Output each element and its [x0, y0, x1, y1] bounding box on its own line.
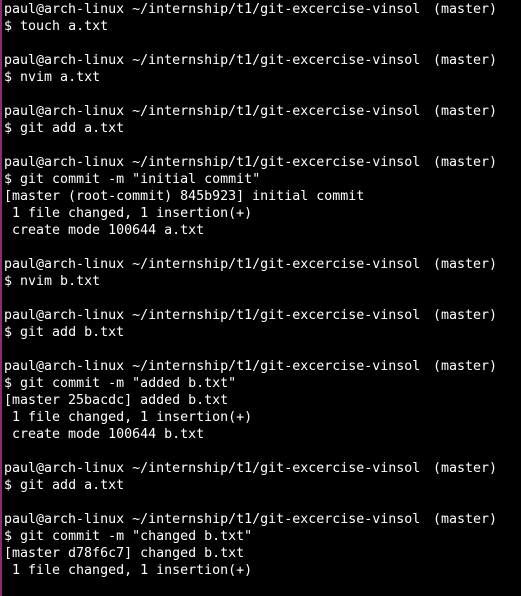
command-text: git commit -m "initial commit" — [20, 172, 261, 187]
command-line: $ git add a.txt — [4, 120, 521, 137]
output-line: [master 25bacdc] added b.txt — [4, 393, 229, 408]
prompt-branch: (master) — [432, 104, 497, 119]
prompt-branch: (master) — [432, 461, 497, 476]
command-line: $ nvim a.txt — [4, 69, 521, 86]
prompt-user-host-path: paul@arch-linux ~/internship/t1/git-exce… — [4, 257, 421, 272]
prompt-symbol: $ — [4, 19, 13, 34]
prompt-line: paul@arch-linux ~/internship/t1/git-exce… — [4, 358, 521, 375]
prompt-user-host-path: paul@arch-linux ~/internship/t1/git-exce… — [4, 155, 421, 170]
output-line: create mode 100644 a.txt — [4, 223, 205, 238]
prompt-line: paul@arch-linux ~/internship/t1/git-exce… — [4, 154, 521, 171]
output-line: [master d78f6c7] changed b.txt — [4, 546, 245, 561]
prompt-symbol: $ — [4, 70, 13, 85]
prompt-line: paul@arch-linux ~/internship/t1/git-exce… — [4, 307, 521, 324]
output-line: 1 file changed, 1 insertion(+) — [4, 410, 253, 425]
prompt-branch: (master) — [432, 359, 497, 374]
command-line: $ git commit -m "added b.txt" — [4, 375, 521, 392]
command-line: $ touch a.txt — [4, 18, 521, 35]
prompt-symbol: $ — [4, 325, 13, 340]
prompt-line: paul@arch-linux ~/internship/t1/git-exce… — [4, 256, 521, 273]
output-line: [master (root-commit) 845b923] initial c… — [4, 189, 365, 204]
prompt-user-host-path: paul@arch-linux ~/internship/t1/git-exce… — [4, 53, 421, 68]
prompt-branch: (master) — [432, 53, 497, 68]
prompt-symbol: $ — [4, 529, 13, 544]
command-text: git commit -m "added b.txt" — [20, 376, 237, 391]
command-text: git add a.txt — [20, 121, 125, 136]
prompt-symbol: $ — [4, 274, 13, 289]
prompt-branch: (master) — [432, 155, 497, 170]
prompt-branch: (master) — [432, 512, 497, 527]
prompt-branch: (master) — [432, 308, 497, 323]
command-text: git add b.txt — [20, 325, 125, 340]
prompt-user-host-path: paul@arch-linux ~/internship/t1/git-exce… — [4, 308, 421, 323]
prompt-symbol: $ — [4, 172, 13, 187]
prompt-line: paul@arch-linux ~/internship/t1/git-exce… — [4, 1, 521, 18]
command-text: touch a.txt — [20, 19, 109, 34]
command-text: git add a.txt — [20, 478, 125, 493]
prompt-user-host-path: paul@arch-linux ~/internship/t1/git-exce… — [4, 461, 421, 476]
prompt-symbol: $ — [4, 376, 13, 391]
prompt-symbol: $ — [4, 478, 13, 493]
prompt-line: paul@arch-linux ~/internship/t1/git-exce… — [4, 460, 521, 477]
prompt-line: paul@arch-linux ~/internship/t1/git-exce… — [4, 511, 521, 528]
terminal-output: paul@arch-linux ~/internship/t1/git-exce… — [4, 1, 521, 579]
command-text: git commit -m "changed b.txt" — [20, 529, 253, 544]
prompt-user-host-path: paul@arch-linux ~/internship/t1/git-exce… — [4, 2, 421, 17]
prompt-user-host-path: paul@arch-linux ~/internship/t1/git-exce… — [4, 512, 421, 527]
prompt-branch: (master) — [432, 257, 497, 272]
output-line: create mode 100644 b.txt — [4, 427, 205, 442]
command-line: $ git add a.txt — [4, 477, 521, 494]
command-line: $ nvim b.txt — [4, 273, 521, 290]
output-line: 1 file changed, 1 insertion(+) — [4, 563, 253, 578]
command-line: $ git add b.txt — [4, 324, 521, 341]
output-line: 1 file changed, 1 insertion(+) — [4, 206, 253, 221]
terminal-window[interactable]: paul@arch-linux ~/internship/t1/git-exce… — [0, 0, 521, 596]
prompt-symbol: $ — [4, 121, 13, 136]
prompt-branch: (master) — [432, 2, 497, 17]
prompt-line: paul@arch-linux ~/internship/t1/git-exce… — [4, 52, 521, 69]
prompt-line: paul@arch-linux ~/internship/t1/git-exce… — [4, 103, 521, 120]
command-text: nvim a.txt — [20, 70, 101, 85]
command-line: $ git commit -m "changed b.txt" — [4, 528, 521, 545]
prompt-user-host-path: paul@arch-linux ~/internship/t1/git-exce… — [4, 104, 421, 119]
prompt-user-host-path: paul@arch-linux ~/internship/t1/git-exce… — [4, 359, 421, 374]
command-line: $ git commit -m "initial commit" — [4, 171, 521, 188]
command-text: nvim b.txt — [20, 274, 101, 289]
